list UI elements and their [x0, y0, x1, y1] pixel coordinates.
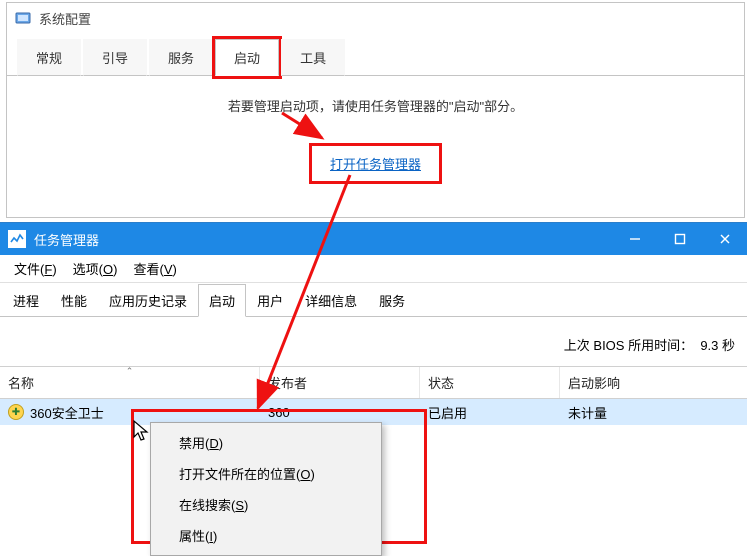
- link-highlight-box: 打开任务管理器: [309, 143, 442, 184]
- startup-table: ⌃ 名称 发布者 状态 启动影响 ✚ 360安全卫士 360 已启用 未计量: [0, 366, 747, 425]
- tab-performance[interactable]: 性能: [50, 284, 98, 317]
- row-name: 360安全卫士: [30, 403, 104, 422]
- menu-file[interactable]: 文件(F): [6, 255, 65, 282]
- taskmgr-tabs: 进程 性能 应用历史记录 启动 用户 详细信息 服务: [0, 283, 747, 317]
- col-status[interactable]: 状态: [420, 367, 560, 398]
- open-task-manager-link[interactable]: 打开任务管理器: [330, 157, 421, 172]
- tab-users[interactable]: 用户: [246, 284, 294, 317]
- tab-processes[interactable]: 进程: [2, 284, 50, 317]
- ctx-search-online[interactable]: 在线搜索(S): [151, 489, 381, 520]
- tab-tools[interactable]: 工具: [281, 39, 345, 76]
- msconfig-window: 系统配置 常规 引导 服务 启动 工具 若要管理启动项，请使用任务管理器的"启动…: [6, 2, 745, 218]
- ctx-open-location[interactable]: 打开文件所在的位置(O): [151, 458, 381, 489]
- msconfig-title: 系统配置: [39, 9, 91, 28]
- row-impact: 未计量: [560, 403, 747, 422]
- ctx-properties[interactable]: 属性(I): [151, 520, 381, 551]
- col-name[interactable]: ⌃ 名称: [0, 367, 260, 398]
- tab-app-history[interactable]: 应用历史记录: [98, 284, 198, 317]
- menu-view[interactable]: 查看(V): [125, 255, 184, 282]
- bios-time: 上次 BIOS 所用时间： 9.3 秒: [0, 317, 747, 366]
- ctx-disable[interactable]: 禁用(D): [151, 427, 381, 458]
- window-controls: [612, 223, 747, 255]
- tab-startup[interactable]: 启动: [215, 39, 279, 76]
- msconfig-tabs: 常规 引导 服务 启动 工具: [7, 39, 744, 76]
- table-header: ⌃ 名称 发布者 状态 启动影响: [0, 367, 747, 399]
- taskmgr-titlebar: 任务管理器: [0, 223, 747, 255]
- menu-options[interactable]: 选项(O): [65, 255, 126, 282]
- tab-services[interactable]: 服务: [149, 39, 213, 76]
- maximize-button[interactable]: [657, 223, 702, 255]
- context-menu: 禁用(D) 打开文件所在的位置(O) 在线搜索(S) 属性(I): [150, 422, 382, 556]
- col-publisher[interactable]: 发布者: [260, 367, 420, 398]
- sort-caret-icon: ⌃: [126, 366, 134, 377]
- tab-general[interactable]: 常规: [17, 39, 81, 76]
- taskmgr-icon: [8, 230, 26, 248]
- col-impact[interactable]: 启动影响: [560, 367, 747, 398]
- taskmgr-window: 任务管理器 文件(F) 选项(O) 查看(V) 进程 性能 应用历史记录 启动 …: [0, 222, 747, 425]
- minimize-button[interactable]: [612, 223, 657, 255]
- msconfig-body: 若要管理启动项，请使用任务管理器的"启动"部分。 打开任务管理器: [7, 75, 744, 184]
- tab-details[interactable]: 详细信息: [294, 284, 368, 317]
- row-publisher: 360: [260, 405, 420, 420]
- msconfig-titlebar: 系统配置: [7, 3, 744, 33]
- taskmgr-title: 任务管理器: [34, 230, 99, 249]
- startup-instruction: 若要管理启动项，请使用任务管理器的"启动"部分。: [7, 96, 744, 115]
- row-status: 已启用: [420, 403, 560, 422]
- taskmgr-menubar: 文件(F) 选项(O) 查看(V): [0, 255, 747, 283]
- msconfig-icon: [15, 10, 31, 26]
- tab-boot[interactable]: 引导: [83, 39, 147, 76]
- tab-taskmgr-startup[interactable]: 启动: [198, 284, 246, 317]
- close-button[interactable]: [702, 223, 747, 255]
- app-360-icon: ✚: [8, 404, 24, 420]
- tab-taskmgr-services[interactable]: 服务: [368, 284, 416, 317]
